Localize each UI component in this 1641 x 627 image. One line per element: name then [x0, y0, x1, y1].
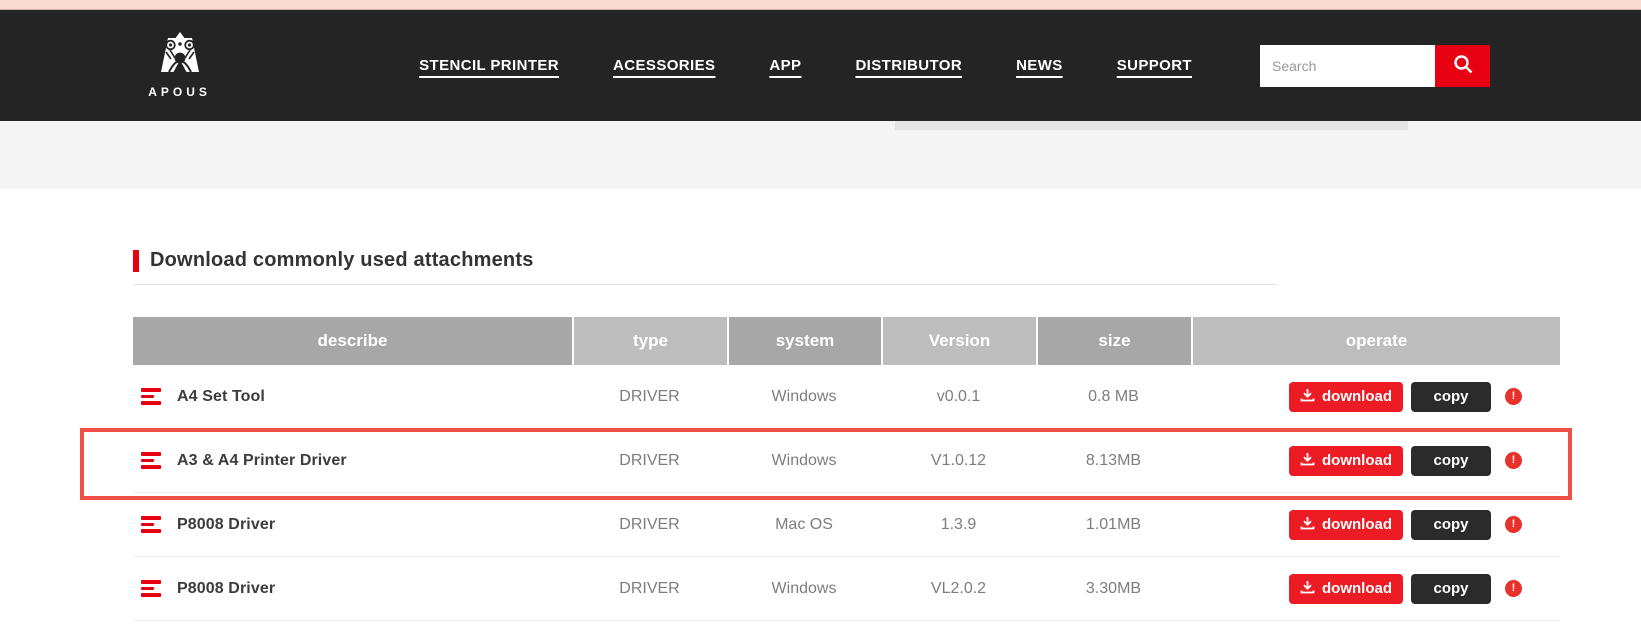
col-header-version: Version: [881, 317, 1036, 365]
download-label: download: [1322, 388, 1392, 405]
list-lines-icon: [141, 452, 161, 469]
describe-cell: P8008 Driver: [133, 516, 572, 534]
copy-button[interactable]: copy: [1411, 574, 1491, 604]
alert-icon[interactable]: !: [1505, 516, 1522, 533]
heading-divider: [133, 284, 1277, 285]
dropdown-remnant-strip: [895, 121, 1408, 130]
downloads-table: describe type system Version size operat…: [133, 317, 1560, 621]
file-name: A3 & A4 Printer Driver: [177, 452, 347, 470]
system-cell: Mac OS: [727, 516, 881, 534]
download-icon: [1300, 452, 1315, 470]
col-header-describe: describe: [133, 317, 572, 365]
nav-acessories[interactable]: ACESSORIES: [613, 57, 715, 74]
copy-button[interactable]: copy: [1411, 382, 1491, 412]
download-button[interactable]: download: [1289, 574, 1403, 604]
search-input[interactable]: [1260, 45, 1435, 87]
system-cell: Windows: [727, 388, 881, 406]
list-lines-icon: [141, 580, 161, 597]
subheader-band: [0, 121, 1641, 189]
type-cell: DRIVER: [572, 516, 727, 534]
download-icon: [1300, 388, 1315, 406]
download-label: download: [1322, 452, 1392, 469]
version-cell: V1.0.12: [881, 452, 1036, 470]
download-icon: [1300, 580, 1315, 598]
table-row: P8008 Driver DRIVER Windows VL2.0.2 3.30…: [133, 557, 1560, 621]
version-cell: v0.0.1: [881, 388, 1036, 406]
search-icon: [1452, 53, 1474, 78]
download-button[interactable]: download: [1289, 382, 1403, 412]
list-lines-icon: [141, 388, 161, 405]
table-header-row: describe type system Version size operat…: [133, 317, 1560, 365]
page-title: Download commonly used attachments: [150, 249, 534, 272]
owl-logo-icon: [152, 32, 208, 83]
nav-app[interactable]: APP: [769, 57, 801, 74]
copy-button[interactable]: copy: [1411, 446, 1491, 476]
version-cell: VL2.0.2: [881, 580, 1036, 598]
download-label: download: [1322, 580, 1392, 597]
system-cell: Windows: [727, 452, 881, 470]
nav-support[interactable]: SUPPORT: [1117, 57, 1192, 74]
col-header-type: type: [572, 317, 727, 365]
size-cell: 0.8 MB: [1036, 388, 1191, 406]
system-cell: Windows: [727, 580, 881, 598]
operate-cell: download copy !: [1191, 510, 1560, 540]
list-lines-icon: [141, 516, 161, 533]
describe-cell: P8008 Driver: [133, 580, 572, 598]
describe-cell: A3 & A4 Printer Driver: [133, 452, 572, 470]
operate-cell: download copy !: [1191, 574, 1560, 604]
size-cell: 1.01MB: [1036, 516, 1191, 534]
describe-cell: A4 Set Tool: [133, 388, 572, 406]
size-cell: 8.13MB: [1036, 452, 1191, 470]
col-header-operate: operate: [1191, 317, 1560, 365]
copy-button[interactable]: copy: [1411, 510, 1491, 540]
heading-accent-bar: [133, 250, 139, 272]
download-button[interactable]: download: [1289, 446, 1403, 476]
file-name: A4 Set Tool: [177, 388, 265, 406]
brand-name: APOUS: [148, 85, 211, 99]
main-nav: STENCIL PRINTER ACESSORIES APP DISTRIBUT…: [419, 57, 1192, 74]
nav-stencil-printer[interactable]: STENCIL PRINTER: [419, 57, 559, 74]
file-name: P8008 Driver: [177, 580, 275, 598]
download-icon: [1300, 516, 1315, 534]
nav-distributor[interactable]: DISTRIBUTOR: [855, 57, 962, 74]
size-cell: 3.30MB: [1036, 580, 1191, 598]
main-content: Download commonly used attachments descr…: [0, 249, 1641, 621]
brand-logo[interactable]: APOUS: [140, 32, 219, 99]
site-header: APOUS STENCIL PRINTER ACESSORIES APP DIS…: [0, 10, 1641, 121]
type-cell: DRIVER: [572, 388, 727, 406]
download-button[interactable]: download: [1289, 510, 1403, 540]
section-heading: Download commonly used attachments: [133, 249, 1641, 272]
search-button[interactable]: [1435, 45, 1490, 87]
table-row: P8008 Driver DRIVER Mac OS 1.3.9 1.01MB …: [133, 493, 1560, 557]
nav-news[interactable]: NEWS: [1016, 57, 1063, 74]
operate-cell: download copy !: [1191, 382, 1560, 412]
alert-icon[interactable]: !: [1505, 452, 1522, 469]
alert-icon[interactable]: !: [1505, 388, 1522, 405]
col-header-size: size: [1036, 317, 1191, 365]
search-bar: [1260, 45, 1490, 87]
version-cell: 1.3.9: [881, 516, 1036, 534]
col-header-system: system: [727, 317, 881, 365]
table-row-highlighted: A3 & A4 Printer Driver DRIVER Windows V1…: [133, 429, 1560, 493]
file-name: P8008 Driver: [177, 516, 275, 534]
operate-cell: download copy !: [1191, 446, 1560, 476]
table-row: A4 Set Tool DRIVER Windows v0.0.1 0.8 MB…: [133, 365, 1560, 429]
alert-icon[interactable]: !: [1505, 580, 1522, 597]
download-label: download: [1322, 516, 1392, 533]
type-cell: DRIVER: [572, 580, 727, 598]
top-banner-strip: [0, 0, 1641, 10]
type-cell: DRIVER: [572, 452, 727, 470]
